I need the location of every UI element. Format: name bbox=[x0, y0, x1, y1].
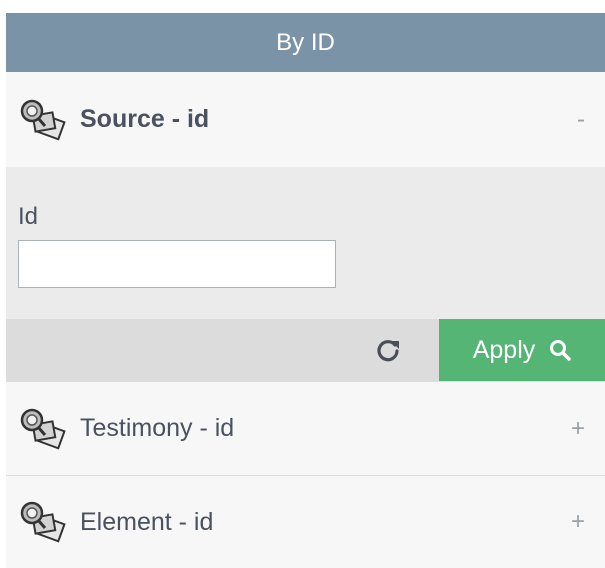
collapse-toggle[interactable]: - bbox=[577, 106, 585, 134]
panel-title: By ID bbox=[276, 28, 335, 56]
panel-header: By ID bbox=[6, 13, 605, 72]
expand-toggle[interactable]: + bbox=[571, 508, 585, 536]
id-input[interactable] bbox=[18, 240, 336, 288]
section-testimony-id[interactable]: Testimony - id + bbox=[6, 381, 605, 475]
section-title-element: Element - id bbox=[80, 507, 214, 536]
id-field-label: Id bbox=[18, 203, 39, 230]
section-source-id[interactable]: Source - id - bbox=[6, 72, 605, 167]
search-by-id-panel: By ID Source - id - Id Apply Testimony -… bbox=[6, 13, 605, 568]
section-title-testimony: Testimony - id bbox=[80, 414, 235, 442]
apply-button[interactable]: Apply bbox=[439, 319, 605, 381]
search-documents-icon bbox=[20, 501, 66, 543]
search-documents-icon bbox=[20, 408, 66, 450]
expand-toggle[interactable]: + bbox=[571, 415, 585, 443]
apply-button-label: Apply bbox=[472, 335, 536, 364]
form-actions-bar: Apply bbox=[6, 319, 605, 381]
section-element-id[interactable]: Element - id + bbox=[6, 475, 605, 568]
source-form-body: Id bbox=[6, 167, 605, 319]
refresh-icon[interactable] bbox=[374, 336, 402, 364]
search-documents-icon bbox=[20, 99, 66, 141]
section-title-source: Source - id bbox=[80, 105, 210, 133]
search-icon bbox=[550, 340, 572, 361]
